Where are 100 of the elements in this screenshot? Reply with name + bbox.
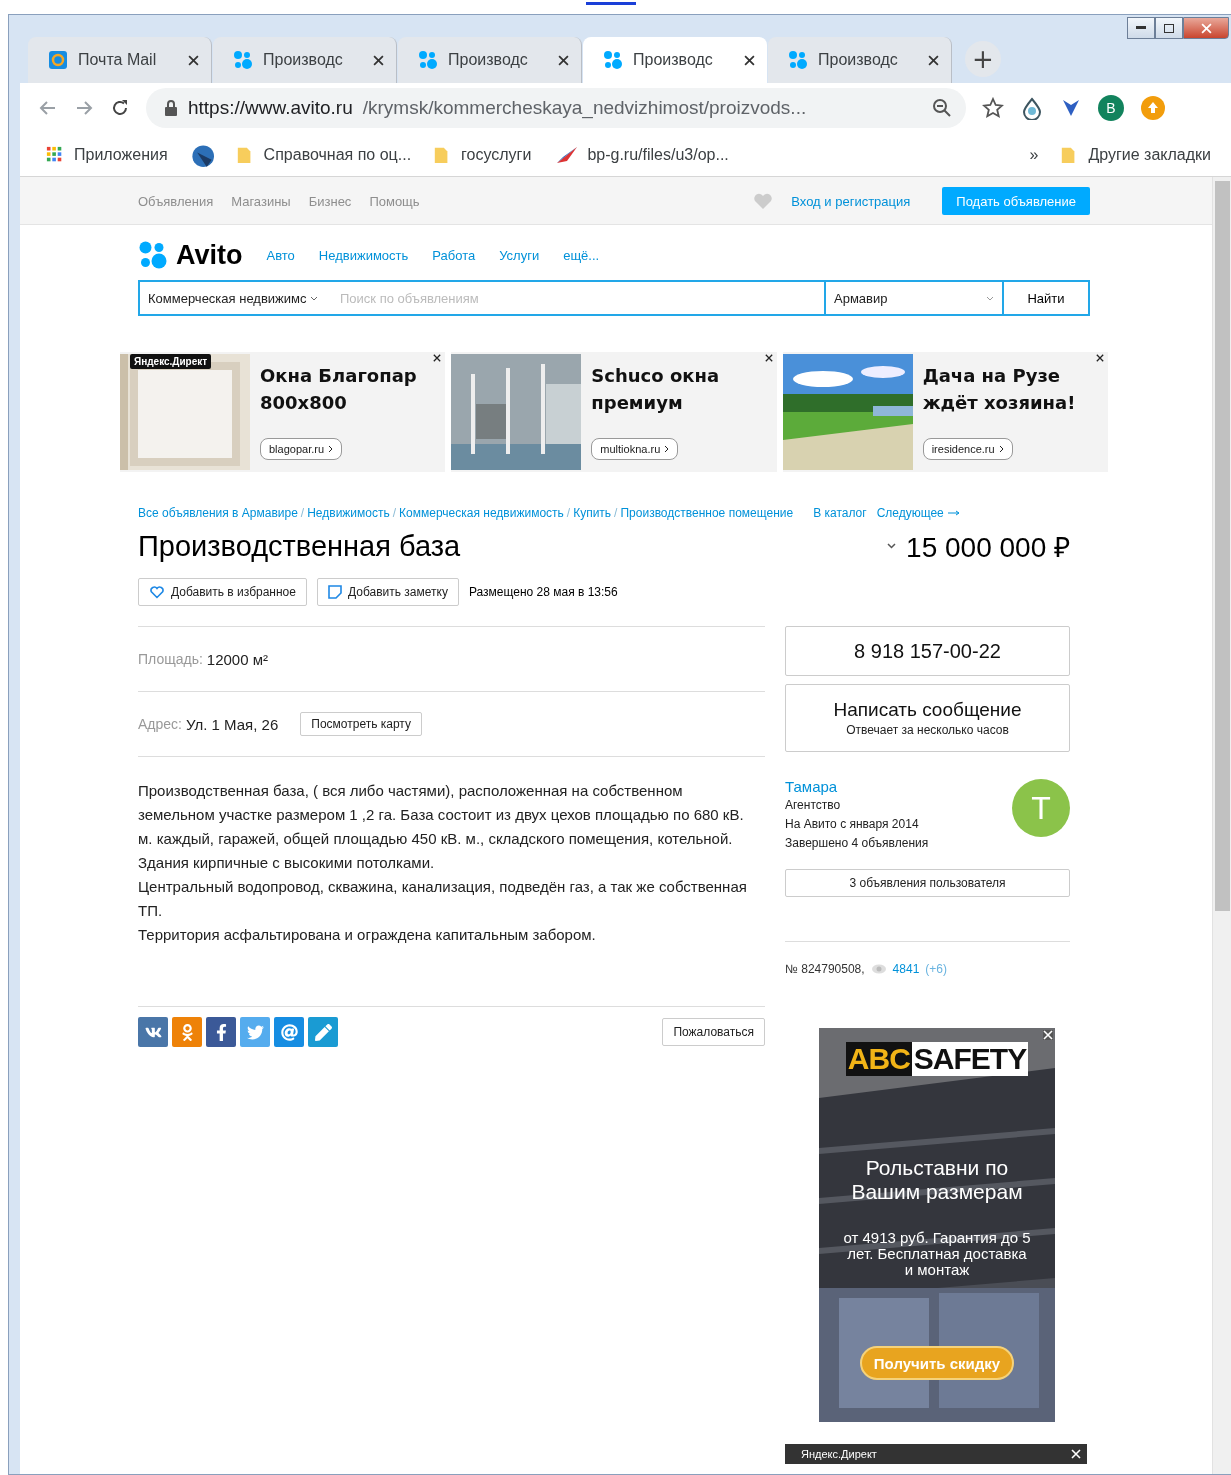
bookmarks-overflow[interactable]: » — [1021, 141, 1047, 168]
search-field[interactable]: Поиск по объявлениям — [338, 280, 824, 316]
ad-label: Яндекс.Директ — [801, 1448, 877, 1460]
category-link[interactable]: ещё... — [563, 247, 600, 263]
at-icon — [280, 1023, 298, 1041]
maximize-icon — [1164, 23, 1174, 33]
brand-logo: ABCSAFETY — [845, 1042, 1029, 1076]
bookmark[interactable]: Приложения — [38, 141, 176, 168]
chevron-icon — [998, 445, 1004, 453]
star-icon[interactable] — [982, 97, 1004, 119]
share-button[interactable] — [308, 1017, 338, 1047]
favorite-button[interactable]: Добавить в избранное — [138, 578, 307, 606]
breadcrumb-link[interactable]: Все объявления в Армавире — [138, 506, 298, 520]
category-select[interactable]: Коммерческая недвижимс — [138, 280, 338, 316]
description-paragraph: Производственная база, ( вся либо частями), расположенная на собственном земельном участке размером 1 ,2 га. База состоит из двух цехов площадью по 680 кВ. м. каждый, гаражей, общей площадью 450 кВ. м., складского помещения, котельной. — [138, 781, 745, 849]
breadcrumb-separator: / — [614, 506, 618, 520]
close-button[interactable] — [1183, 17, 1229, 39]
close-icon[interactable] — [928, 54, 939, 66]
ad-headline: Рольставни по Вашим размерам — [850, 1156, 1024, 1204]
phone-button[interactable]: 8 918 157-00-22 — [785, 626, 1070, 676]
seller-name[interactable]: Тамара — [785, 777, 929, 796]
new-views-count: (+6) — [925, 962, 947, 976]
ad-domain-link[interactable]: iresidence.ru — [922, 438, 1013, 460]
seller-completed: Завершено 4 объявления — [785, 835, 929, 852]
new-tab-button[interactable]: + — [965, 41, 1001, 77]
param-label: Площадь: — [138, 651, 203, 667]
bookmark[interactable]: госуслуги — [425, 140, 540, 169]
bookmark[interactable]: bp-g.ru/files/u3/op... — [545, 140, 737, 169]
share-button[interactable] — [206, 1017, 236, 1047]
ad-title: Schuco окна премиум — [591, 364, 721, 415]
ad-card[interactable]: Schuco окна премиум multiokna.ru — [451, 352, 777, 472]
ad-title: Дача на Рузе ждёт хозяина! — [922, 364, 1077, 415]
share-button[interactable] — [274, 1017, 304, 1047]
breadcrumb-separator: / — [392, 506, 397, 520]
chevron-icon — [986, 295, 994, 301]
bottom-ad-strip[interactable]: Яндекс.Директ — [785, 1444, 1087, 1464]
breadcrumb-separator: / — [566, 506, 571, 520]
view-count: 4841 — [892, 962, 920, 976]
breadcrumb-link[interactable]: Производственное помещение — [620, 506, 794, 520]
browser-tab[interactable]: Почта Mail — [28, 37, 212, 83]
close-icon[interactable] — [744, 54, 755, 66]
category-link[interactable]: Работа — [432, 247, 476, 263]
bookmark[interactable]: Справочная по оц... — [227, 140, 420, 169]
profile-avatar[interactable]: B — [1098, 95, 1124, 121]
zoom-out-icon[interactable] — [932, 98, 952, 118]
lock-icon[interactable] — [164, 100, 178, 116]
ad-title: Окна Благопар 800x800 — [260, 364, 418, 415]
drop-icon[interactable] — [1020, 96, 1044, 120]
maximize-button[interactable] — [1155, 17, 1183, 39]
bird-icon[interactable] — [189, 142, 214, 167]
catalog-link[interactable]: В каталог — [813, 506, 867, 520]
city-select[interactable]: Армавир — [824, 280, 1004, 316]
close-icon[interactable] — [433, 354, 442, 362]
breadcrumb-link[interactable]: Коммерческая недвижимость — [399, 506, 564, 520]
apps-grid-icon[interactable] — [46, 145, 64, 164]
ad-card[interactable]: Дача на Рузе ждёт хозяина! iresidence.ru — [782, 352, 1108, 472]
close-icon[interactable] — [764, 354, 773, 362]
param-value: 12000 м² — [206, 650, 269, 668]
param-label: Адрес: — [138, 716, 182, 732]
message-button[interactable]: Написать сообщение Отвечает за несколько часов — [785, 684, 1070, 752]
close-icon[interactable] — [558, 54, 569, 66]
next-link[interactable]: Следующее — [876, 506, 944, 520]
chevron-icon[interactable] — [887, 543, 897, 549]
breadcrumb-link[interactable]: Купить — [573, 506, 612, 520]
bookmark[interactable]: Другие закладки — [1052, 140, 1219, 169]
chevron-icon — [664, 445, 670, 453]
seller-avatar: Т — [1012, 779, 1070, 837]
ad-domain-link[interactable]: multiokna.ru — [591, 438, 679, 460]
user-ads-button[interactable]: 3 объявления пользователя — [785, 869, 1070, 897]
share-button[interactable] — [138, 1017, 168, 1047]
scroll-thumb[interactable] — [1214, 181, 1230, 911]
mail-icon — [48, 50, 68, 70]
seller-type: Агентство — [785, 797, 842, 814]
minimize-button[interactable] — [1127, 17, 1155, 39]
heart-icon — [149, 585, 165, 599]
search-button[interactable]: Найти — [1004, 280, 1090, 316]
browser-tab[interactable]: Производс — [398, 37, 582, 83]
complain-button[interactable]: Пожаловаться — [662, 1018, 765, 1046]
address-bar[interactable]: https://www.avito.ru /krymsk/kommercheskaya_nedvizhimost/proizvods... — [146, 88, 966, 128]
category-link[interactable]: Авто — [266, 247, 295, 263]
ad-text: от 4913 руб. Гарантия до 5 лет. Бесплатная доставка и монтаж — [842, 1230, 1032, 1278]
site-logo[interactable]: Avito — [176, 239, 243, 271]
note-button[interactable]: Добавить заметку — [316, 578, 459, 606]
browser-tab[interactable]: Производс — [213, 37, 397, 83]
listing-title: Производственная база — [138, 529, 461, 563]
ad-card[interactable]: Яндекс.Директ Окна Благопар 800x800 blagopar.ru — [120, 352, 446, 472]
category-link[interactable]: Услуги — [499, 247, 540, 263]
breadcrumb-link[interactable]: Недвижимость — [307, 506, 390, 520]
close-icon[interactable] — [1096, 354, 1104, 362]
description-paragraph: Центральный водопровод, скважина, канализация, подведён газ, а так же собственная ТП. — [138, 877, 748, 921]
category-link[interactable]: Недвижимость — [318, 247, 409, 263]
browser-tab[interactable]: Производс — [583, 37, 767, 83]
map-button[interactable]: Посмотреть карту — [300, 712, 422, 736]
browser-tab[interactable]: Производс — [768, 37, 952, 83]
ad-domain-link[interactable]: blagopar.ru — [260, 438, 343, 460]
reload-icon[interactable] — [110, 98, 130, 118]
link-underline — [585, 2, 636, 5]
close-icon[interactable] — [188, 54, 199, 66]
scrollbar[interactable] — [1212, 177, 1231, 1474]
close-icon[interactable] — [373, 54, 384, 66]
